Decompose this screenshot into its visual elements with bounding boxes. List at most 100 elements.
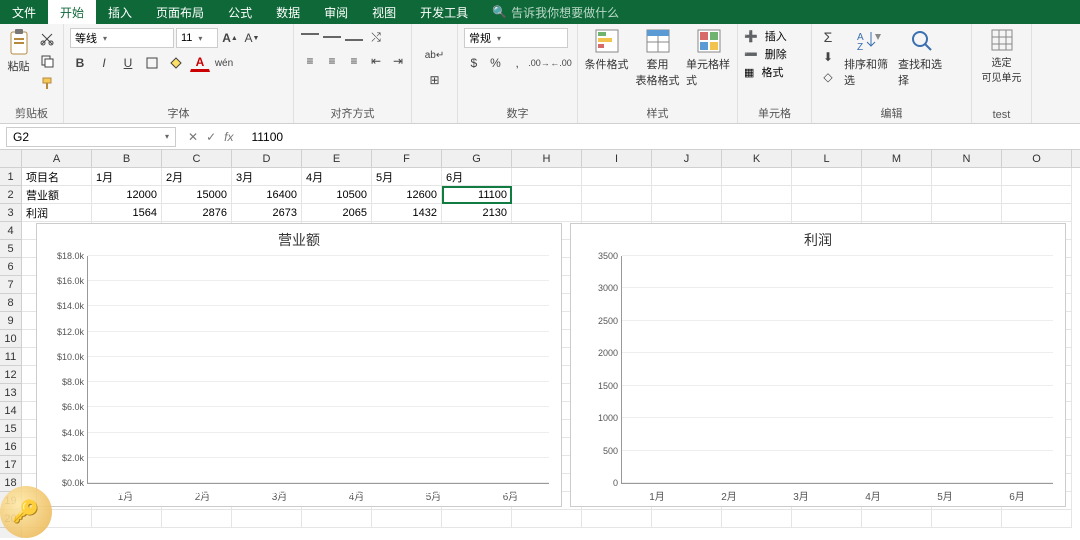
cell[interactable] xyxy=(1002,186,1072,204)
comma-button[interactable]: , xyxy=(507,54,527,72)
row-header[interactable]: 11 xyxy=(0,348,21,366)
menu-tab-2[interactable]: 插入 xyxy=(96,0,144,24)
align-center-button[interactable]: ≡ xyxy=(322,52,342,70)
select-visible-button[interactable]: 选定 可见单元 xyxy=(978,28,1025,84)
delete-cells-button[interactable]: ➖ 删除 xyxy=(744,46,787,62)
conditional-format-button[interactable]: 条件格式 xyxy=(584,28,629,72)
underline-button[interactable]: U xyxy=(118,54,138,72)
cancel-formula-button[interactable]: ✕ xyxy=(188,130,198,144)
decrease-font-button[interactable]: A▼ xyxy=(242,29,262,47)
row-header[interactable]: 10 xyxy=(0,330,21,348)
cell[interactable] xyxy=(652,204,722,222)
row-header[interactable]: 15 xyxy=(0,420,21,438)
decrease-decimal-button[interactable]: ←.00 xyxy=(551,54,571,72)
column-header[interactable]: N xyxy=(932,150,1002,167)
column-header[interactable]: J xyxy=(652,150,722,167)
menu-tab-1[interactable]: 开始 xyxy=(48,0,96,24)
cell[interactable] xyxy=(792,186,862,204)
cell[interactable] xyxy=(722,510,792,528)
cell[interactable] xyxy=(512,186,582,204)
cell[interactable] xyxy=(932,204,1002,222)
cell[interactable] xyxy=(1002,168,1072,186)
currency-button[interactable]: $ xyxy=(464,54,484,72)
cell[interactable]: 利润 xyxy=(22,204,92,222)
cell[interactable]: 10500 xyxy=(302,186,372,204)
cell[interactable] xyxy=(162,510,232,528)
cell[interactable] xyxy=(932,186,1002,204)
column-header[interactable]: G xyxy=(442,150,512,167)
cell[interactable]: 1432 xyxy=(372,204,442,222)
column-header[interactable]: B xyxy=(92,150,162,167)
row-header[interactable]: 1 xyxy=(0,168,21,186)
insert-cells-button[interactable]: ➕ 插入 xyxy=(744,28,787,44)
cell[interactable]: 2065 xyxy=(302,204,372,222)
merge-cells-button[interactable]: ⊞ xyxy=(421,71,449,89)
font-family-select[interactable]: 等线▾ xyxy=(70,28,174,48)
cell[interactable] xyxy=(652,186,722,204)
cell[interactable]: 2673 xyxy=(232,204,302,222)
row-header[interactable]: 12 xyxy=(0,366,21,384)
column-header[interactable]: M xyxy=(862,150,932,167)
row-header[interactable]: 3 xyxy=(0,204,21,222)
align-bottom-button[interactable] xyxy=(344,28,364,46)
column-header[interactable]: E xyxy=(302,150,372,167)
sort-filter-button[interactable]: AZ 排序和筛选 xyxy=(844,28,892,88)
number-format-select[interactable]: 常规▾ xyxy=(464,28,568,48)
cell[interactable] xyxy=(862,186,932,204)
cell[interactable]: 11100 xyxy=(442,186,512,204)
menu-tab-3[interactable]: 页面布局 xyxy=(144,0,216,24)
row-header[interactable]: 14 xyxy=(0,402,21,420)
align-left-button[interactable]: ≡ xyxy=(300,52,320,70)
cell[interactable] xyxy=(1002,204,1072,222)
cell[interactable]: 2876 xyxy=(162,204,232,222)
cell[interactable]: 2月 xyxy=(162,168,232,186)
cell[interactable]: 2130 xyxy=(442,204,512,222)
cell[interactable]: 4月 xyxy=(302,168,372,186)
cell[interactable] xyxy=(932,510,1002,528)
row-header[interactable]: 6 xyxy=(0,258,21,276)
border-button[interactable] xyxy=(142,54,162,72)
cell[interactable] xyxy=(792,510,862,528)
wrap-text-button[interactable]: ab↵ xyxy=(421,47,449,65)
align-top-button[interactable] xyxy=(300,28,320,46)
align-right-button[interactable]: ≡ xyxy=(344,52,364,70)
row-header[interactable]: 16 xyxy=(0,438,21,456)
menu-tab-8[interactable]: 开发工具 xyxy=(408,0,480,24)
cell[interactable] xyxy=(582,168,652,186)
cell[interactable] xyxy=(722,168,792,186)
column-header[interactable]: F xyxy=(372,150,442,167)
cell[interactable] xyxy=(932,168,1002,186)
percent-button[interactable]: % xyxy=(486,54,506,72)
format-painter-button[interactable] xyxy=(37,74,57,92)
row-header[interactable]: 13 xyxy=(0,384,21,402)
column-header[interactable]: H xyxy=(512,150,582,167)
cell[interactable] xyxy=(582,204,652,222)
italic-button[interactable]: I xyxy=(94,54,114,72)
indent-inc-button[interactable]: ⇥ xyxy=(388,52,408,70)
cell[interactable] xyxy=(792,204,862,222)
row-header[interactable]: 5 xyxy=(0,240,21,258)
cell[interactable] xyxy=(862,510,932,528)
cell[interactable] xyxy=(792,168,862,186)
row-header[interactable]: 2 xyxy=(0,186,21,204)
worksheet-grid[interactable]: 1234567891011121314151617181920 ABCDEFGH… xyxy=(0,150,1080,538)
align-middle-button[interactable] xyxy=(322,28,342,46)
chart-profit[interactable]: 利润 0500100015002000250030003500 1月2月3月4月… xyxy=(570,223,1066,507)
cell[interactable] xyxy=(92,510,162,528)
cut-button[interactable] xyxy=(37,30,57,48)
chart-revenue[interactable]: 营业额 $0.0k$2.0k$4.0k$6.0k$8.0k$10.0k$12.0… xyxy=(36,223,562,507)
cell[interactable]: 12000 xyxy=(92,186,162,204)
column-header[interactable]: C xyxy=(162,150,232,167)
column-header[interactable]: I xyxy=(582,150,652,167)
cell[interactable] xyxy=(512,510,582,528)
format-as-table-button[interactable]: 套用 表格格式 xyxy=(635,28,680,88)
row-header[interactable]: 9 xyxy=(0,312,21,330)
bold-button[interactable]: B xyxy=(70,54,90,72)
cell[interactable]: 1564 xyxy=(92,204,162,222)
column-header[interactable]: K xyxy=(722,150,792,167)
cell-styles-button[interactable]: 单元格样式 xyxy=(686,28,731,88)
cell[interactable] xyxy=(232,510,302,528)
cell[interactable] xyxy=(372,510,442,528)
cell[interactable] xyxy=(1002,510,1072,528)
cell[interactable]: 15000 xyxy=(162,186,232,204)
